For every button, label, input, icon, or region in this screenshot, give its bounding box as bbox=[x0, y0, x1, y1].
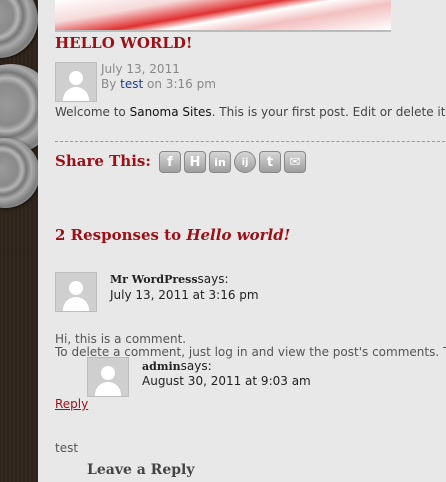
site-name: Sanoma Sites bbox=[129, 105, 212, 119]
hyves-icon[interactable]: H bbox=[184, 151, 206, 173]
facebook-icon[interactable]: f bbox=[159, 151, 181, 173]
comment-author: adminsays: bbox=[142, 359, 212, 373]
commenter-avatar bbox=[87, 357, 129, 397]
comment-says: says: bbox=[180, 359, 212, 373]
post-meta: July 13, 2011 By test on 3:16 pm bbox=[101, 62, 216, 92]
post-text-suffix: . This is your first post. Edit or delet… bbox=[211, 105, 446, 119]
post-time: on 3:16 pm bbox=[147, 77, 216, 91]
author-link[interactable]: test bbox=[120, 77, 143, 91]
post-title[interactable]: HELLO WORLD! bbox=[55, 34, 193, 52]
linkedin-icon[interactable]: in bbox=[209, 151, 231, 173]
post-date: July 13, 2011 bbox=[101, 62, 180, 76]
share-icons: f H in ij t ✉ bbox=[159, 151, 306, 173]
share-label: Share This: bbox=[55, 152, 151, 170]
responses-heading: 2 Responses to Hello world! bbox=[55, 226, 290, 244]
twitter-icon[interactable]: t bbox=[259, 151, 281, 173]
comment-author-name: Mr WordPress bbox=[110, 273, 198, 286]
reply-link[interactable]: Reply bbox=[55, 397, 88, 411]
post-text-prefix: Welcome to bbox=[55, 105, 126, 119]
responses-post-title: Hello world! bbox=[186, 226, 291, 244]
by-label: By bbox=[101, 77, 117, 91]
commenter-avatar bbox=[55, 272, 97, 312]
decorative-sidebar bbox=[0, 0, 38, 482]
email-icon[interactable]: ✉ bbox=[284, 151, 306, 173]
author-avatar bbox=[55, 62, 97, 102]
comment-author: Mr WordPresssays: bbox=[110, 272, 229, 286]
comment-date[interactable]: July 13, 2011 at 3:16 pm bbox=[110, 288, 259, 302]
nujij-icon[interactable]: ij bbox=[234, 151, 256, 173]
leave-reply-heading: Leave a Reply bbox=[87, 462, 195, 478]
header-image bbox=[55, 0, 391, 32]
post-body: Welcome to Sanoma Sites. This is your fi… bbox=[55, 105, 446, 119]
divider bbox=[55, 141, 446, 142]
trailing-text: test bbox=[55, 441, 79, 455]
main-content: HELLO WORLD! July 13, 2011 By test on 3:… bbox=[38, 0, 446, 482]
decorative-disc bbox=[0, 0, 38, 58]
responses-count: 2 Responses to bbox=[55, 226, 182, 244]
comment-says: says: bbox=[197, 272, 229, 286]
comment-author-name: admin bbox=[142, 360, 181, 373]
comment-date[interactable]: August 30, 2011 at 9:03 am bbox=[142, 374, 311, 388]
